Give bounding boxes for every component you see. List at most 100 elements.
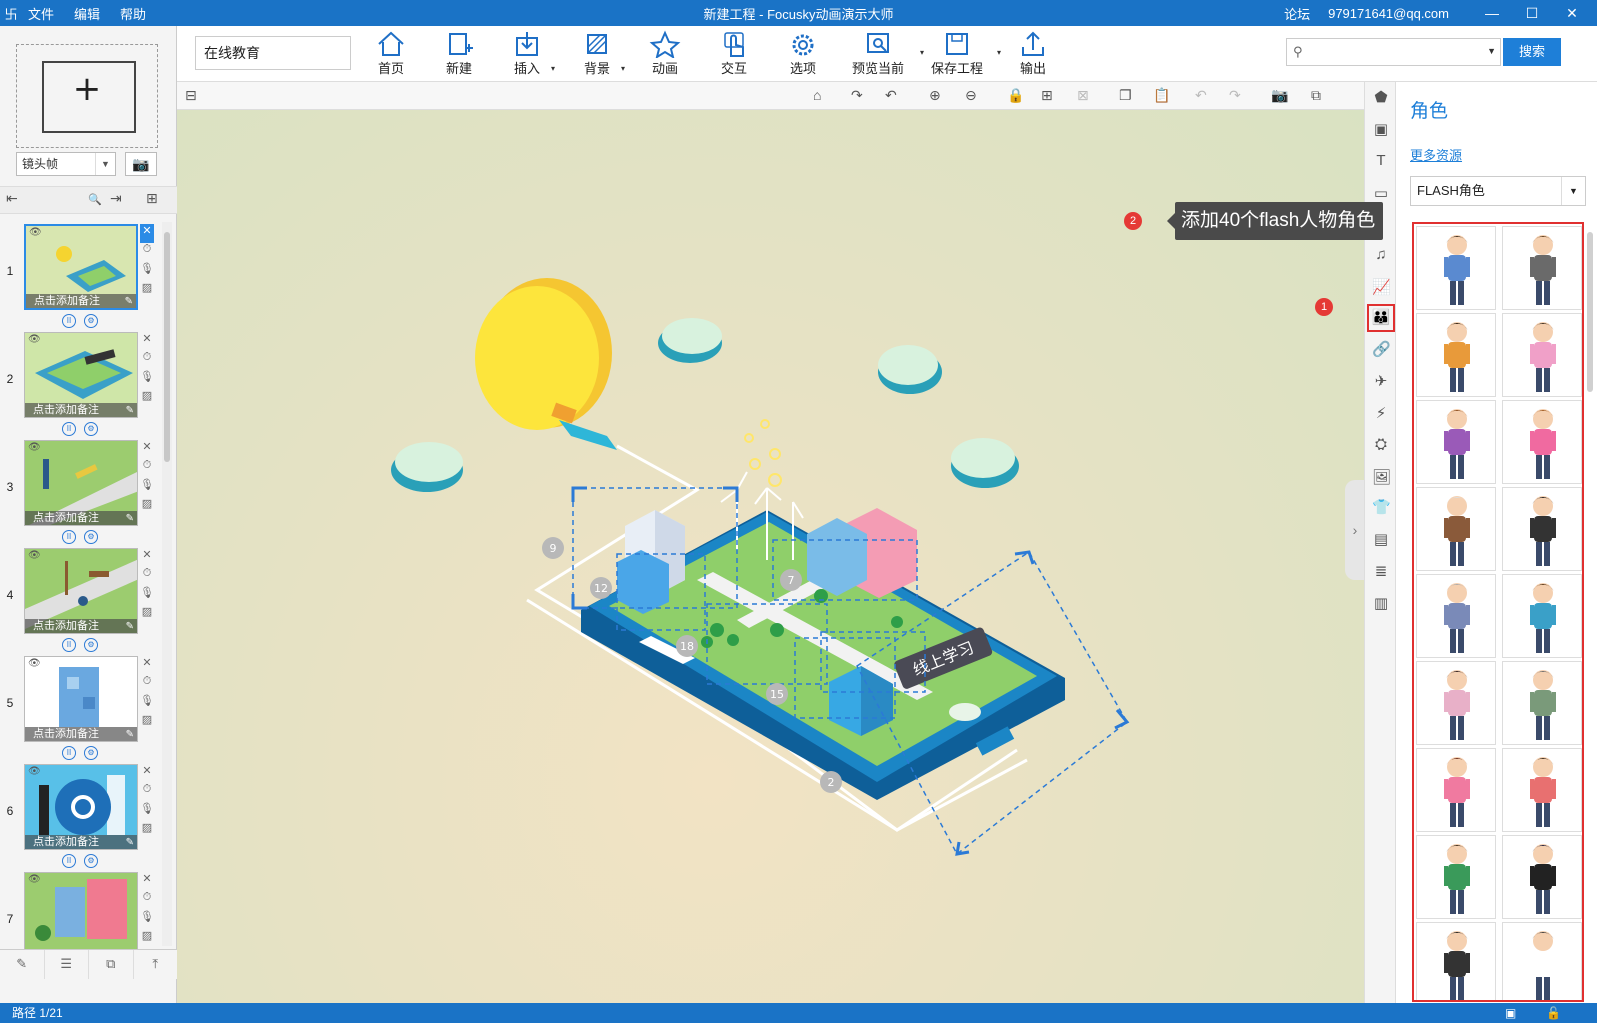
gear-icon[interactable]: ⚙ — [84, 314, 98, 328]
chevron-down-icon[interactable]: ▼ — [1487, 46, 1496, 56]
presentation-icon[interactable]: ▣ — [1505, 1003, 1516, 1023]
character-type-select[interactable]: FLASH角色 ▼ — [1410, 176, 1586, 206]
preview-current-button[interactable]: 预览当前 ▾ — [842, 30, 924, 80]
text-icon[interactable]: T — [1372, 152, 1390, 169]
grid-icon[interactable]: ⊞ — [1041, 87, 1053, 104]
timer-icon[interactable]: ⏱ — [140, 567, 154, 586]
character-thumbnail[interactable] — [1502, 922, 1582, 1000]
minimize-icon[interactable]: — — [1481, 5, 1503, 21]
character-thumbnail[interactable] — [1502, 313, 1582, 397]
link-icon[interactable]: 🔗 — [1372, 340, 1391, 358]
slide-item[interactable]: 2 👁 点击添加备注 ✎ ✕ ⏱ 🎙 ▨ II ⚙ — [0, 332, 162, 440]
slide-thumbnail[interactable]: 👁 点击添加备注 ✎ — [24, 764, 138, 850]
search-input[interactable]: ⚲ ▼ — [1286, 38, 1501, 66]
project-name-input[interactable]: 在线教育 — [195, 36, 351, 70]
character-thumbnail[interactable] — [1416, 748, 1496, 832]
menu-file[interactable]: 文件 — [28, 4, 54, 23]
close-icon[interactable]: ✕ — [140, 872, 154, 891]
eye-icon[interactable]: 👁 — [28, 442, 41, 453]
maximize-icon[interactable]: ☐ — [1521, 5, 1543, 22]
eye-icon[interactable]: 👁 — [29, 227, 42, 238]
image-icon[interactable]: ▨ — [140, 605, 154, 624]
slide-note[interactable]: 点击添加备注 — [25, 619, 137, 633]
microphone-icon[interactable]: 🎙 — [140, 370, 154, 389]
image-icon[interactable]: ▨ — [140, 497, 154, 516]
eye-icon[interactable]: 👁 — [28, 334, 41, 345]
zoom-search-icon[interactable]: 🔍 — [88, 193, 102, 206]
add-frame-button[interactable]: + — [16, 44, 158, 148]
copy-icon[interactable]: ❐ — [1119, 87, 1132, 104]
character-thumbnail[interactable] — [1416, 661, 1496, 745]
eye-icon[interactable]: 👁 — [28, 766, 41, 777]
timer-icon[interactable]: ⏱ — [140, 891, 154, 910]
timer-icon[interactable]: ⏱ — [140, 783, 154, 802]
background-button[interactable]: 背景 ▾ — [567, 30, 627, 80]
character-thumbnail[interactable] — [1416, 922, 1496, 1000]
slide-thumbnail[interactable]: 👁 点击添加备注 ✎ — [24, 332, 138, 418]
edit-icon[interactable]: ✎ — [126, 405, 134, 416]
eye-icon[interactable]: 👁 — [28, 874, 41, 885]
slide-thumbnail[interactable]: 👁 点击添加备注 ✎ — [24, 224, 138, 310]
editor-canvas[interactable]: 线上学习 9 12 7 18 15 2 — [177, 110, 1364, 1003]
forum-link[interactable]: 论坛 — [1284, 4, 1310, 23]
unlock-icon[interactable]: 🔓 — [1546, 1003, 1561, 1023]
home-view-icon[interactable]: ⌂ — [813, 87, 821, 103]
timer-icon[interactable]: ⏱ — [140, 243, 154, 262]
character-thumbnail[interactable] — [1416, 313, 1496, 397]
redo-icon[interactable]: ↷ — [1229, 87, 1241, 104]
microphone-icon[interactable]: 🎙 — [140, 262, 154, 281]
gallery-icon[interactable]: 🖼 — [1372, 468, 1391, 486]
panel-scrollbar[interactable] — [1586, 222, 1594, 1002]
slide-note[interactable]: 点击添加备注 — [26, 294, 136, 308]
character-thumbnail[interactable] — [1416, 400, 1496, 484]
copy-frame-icon[interactable]: ⧉ — [89, 950, 134, 979]
edit-icon[interactable]: ✎ — [125, 296, 133, 307]
character-thumbnail[interactable] — [1502, 661, 1582, 745]
save-project-button[interactable]: 保存工程 ▾ — [923, 30, 1001, 80]
last-frame-icon[interactable]: ⇥ — [110, 190, 122, 207]
slides-scrollbar[interactable] — [162, 222, 172, 946]
slide-thumbnail[interactable]: 👁 点击添加备注 ✎ — [24, 548, 138, 634]
slide-note[interactable]: 点击添加备注 — [25, 727, 137, 741]
home-button[interactable]: 首页 — [361, 30, 421, 80]
edit-icon[interactable]: ✎ — [126, 513, 134, 524]
character-thumbnail[interactable] — [1502, 487, 1582, 571]
inbox-icon[interactable]: ▥ — [1372, 594, 1390, 612]
frame-type-select[interactable]: 镜头帧 ▼ — [16, 152, 116, 176]
pin-top-icon[interactable]: ⤒ — [134, 950, 178, 979]
character-thumbnail[interactable] — [1416, 835, 1496, 919]
close-icon[interactable]: ✕ — [140, 656, 154, 675]
template-icon[interactable]: ⛭ — [1372, 436, 1390, 453]
pause-icon[interactable]: II — [62, 854, 76, 868]
timer-icon[interactable]: ⏱ — [140, 459, 154, 478]
rotate-left-icon[interactable]: ↶ — [885, 87, 897, 104]
camera-button[interactable]: 📷 — [125, 152, 157, 176]
shape-icon[interactable]: ⬟ — [1372, 88, 1390, 106]
slide-thumbnail[interactable]: 👁 点击添加备注 ✎ — [24, 656, 138, 742]
close-icon[interactable]: ✕ — [140, 224, 154, 243]
layers-icon[interactable]: ≣ — [1372, 562, 1390, 580]
new-button[interactable]: 新建 — [429, 30, 489, 80]
menu-help[interactable]: 帮助 — [120, 4, 146, 23]
shirt-icon[interactable]: 👕 — [1372, 498, 1391, 516]
screenshot-icon[interactable]: 📷 — [1271, 87, 1288, 104]
character-thumbnail[interactable] — [1502, 574, 1582, 658]
image-icon[interactable]: ▨ — [140, 389, 154, 408]
eye-icon[interactable]: 👁 — [28, 658, 41, 669]
animation-button[interactable]: 动画 — [635, 30, 695, 80]
chevron-down-icon[interactable]: ▾ — [997, 48, 1001, 57]
microphone-icon[interactable]: 🎙 — [140, 478, 154, 497]
zoom-in-icon[interactable]: ⊕ — [929, 87, 941, 104]
slide-item[interactable]: 3 👁 点击添加备注 ✎ ✕ ⏱ 🎙 ▨ II ⚙ — [0, 440, 162, 548]
collapse-panel-button[interactable]: › — [1345, 480, 1365, 580]
favorite-list-icon[interactable]: ☰ — [45, 950, 89, 979]
gear-icon[interactable]: ⚙ — [84, 746, 98, 760]
image-icon[interactable]: ▣ — [1372, 120, 1390, 138]
airplane-icon[interactable]: ✈ — [1372, 372, 1390, 390]
chart-icon[interactable]: 📈 — [1372, 278, 1391, 296]
menu-edit[interactable]: 编辑 — [74, 4, 100, 23]
gear-icon[interactable]: ⚙ — [84, 422, 98, 436]
character-thumbnail[interactable] — [1502, 748, 1582, 832]
pause-icon[interactable]: II — [62, 746, 76, 760]
paste-icon[interactable]: 📋 — [1153, 87, 1170, 104]
